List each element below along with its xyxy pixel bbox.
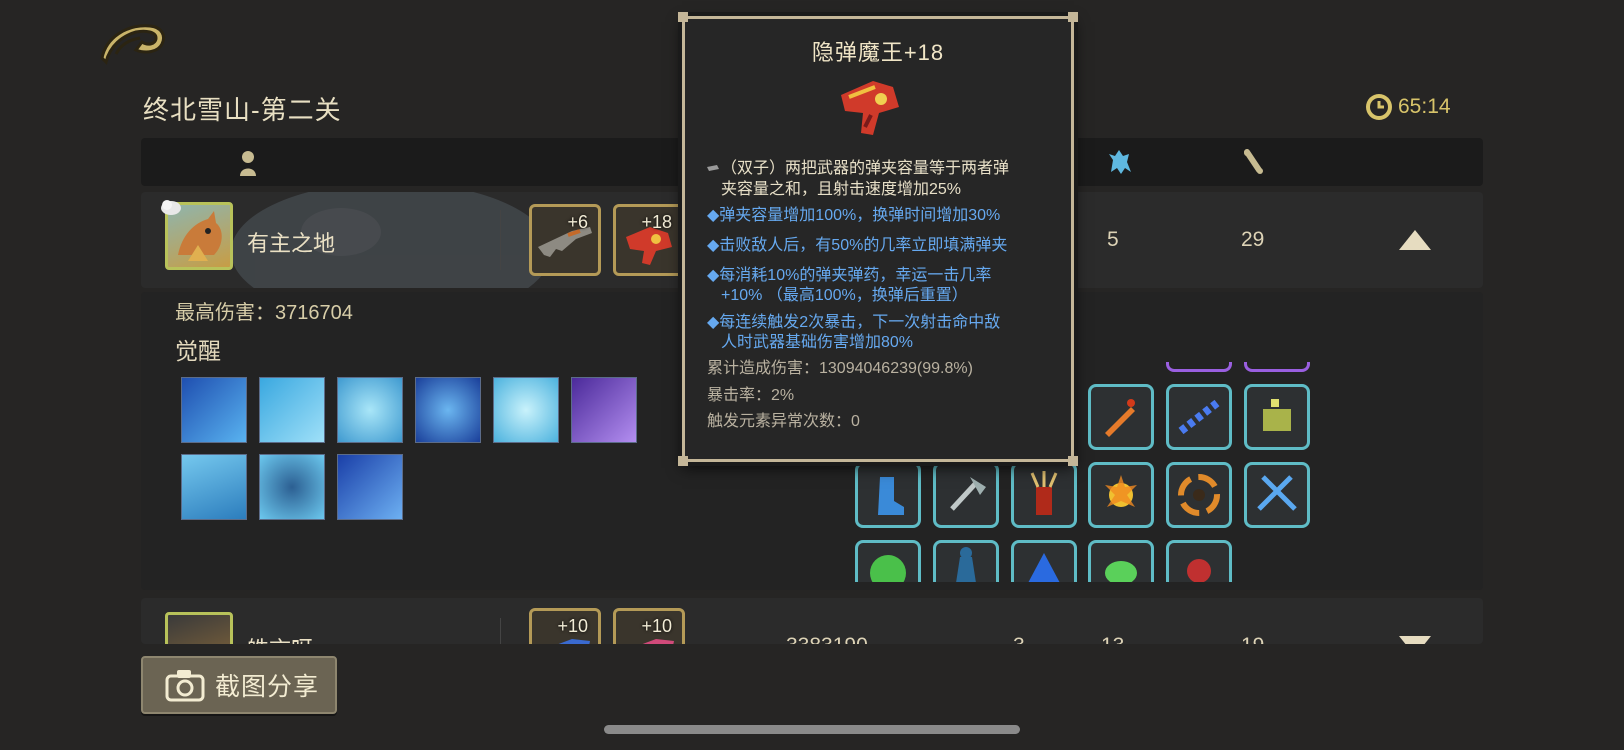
row-divider [500,210,501,270]
item-shadow-figure[interactable] [933,540,999,582]
share-screenshot-button[interactable]: 截图分享 [141,656,337,714]
player-avatar[interactable] [165,612,233,644]
skill-ice-guardian[interactable] [259,454,325,520]
weapon-slot-2[interactable]: +18 [613,204,685,276]
poison-spirit-icon [870,555,906,582]
weapon-level: +10 [557,616,588,636]
weapon-level: +10 [641,616,672,636]
shadow-figure-icon [956,547,976,582]
tooltip-corner [1068,12,1078,22]
skill-ice-slash[interactable] [181,377,247,443]
row-divider [500,618,501,644]
vortex-icon [1178,474,1220,516]
fire-bird-icon [1105,475,1137,507]
stat-bone: 19 [1241,634,1264,644]
tooltip-corner [678,456,688,466]
item-red-fist[interactable] [1166,540,1232,582]
tooltip-element-count: 触发元素异常次数：0 [707,413,860,430]
item-green-box[interactable] [1244,384,1310,450]
tooltip-desc-line: （双子）两把武器的弹夹容量等于两者弹 [721,160,1010,177]
tooltip-corner [678,12,688,22]
ice-crystal-icon [1028,553,1060,582]
item-quiver[interactable] [1011,462,1077,528]
weapon-slot-1[interactable]: +10 [529,608,601,644]
item-poison-spirit[interactable] [855,540,921,582]
player-name: 有主之地 [247,231,336,256]
weapon-level: +18 [641,212,672,232]
skill-tiger-spirit[interactable] [415,377,481,443]
stat-kills: 3 [1013,634,1025,644]
item-vortex[interactable] [1166,462,1232,528]
timer: 65:14 [1364,92,1451,122]
weapon-level: +6 [567,212,588,232]
chain-icon [1178,399,1220,435]
item-ice-blades[interactable] [1244,462,1310,528]
timer-text: 65:14 [1398,95,1451,118]
bone-icon [1244,149,1263,174]
max-damage-label: 最高伤害：3716704 [175,302,353,324]
player-row[interactable]: 皓言呀 +10 +10 3383190 3 13 19 [141,598,1483,644]
tooltip-title: 隐弹魔王+18 [811,40,945,65]
skill-ice-shards[interactable] [259,377,325,443]
stat-damage: 3383190 [786,634,868,644]
tooltip-bullet: ◆每连续触发2次暴击，下一次射击命中敌 [707,314,1001,331]
item-ice-boot[interactable] [855,462,921,528]
skill-ice-vortex[interactable] [493,377,559,443]
skill-ice-bolt[interactable] [337,454,403,520]
creature-icon [1109,150,1131,174]
tooltip-bullet: ◆击败敌人后，有50%的几率立即填满弹夹 [707,237,1008,254]
item-green-cauldron[interactable] [1088,540,1154,582]
tooltip-bullet: ◆每消耗10%的弹夹弹药，幸运一击几率 [707,267,992,284]
flame-sword-icon [1105,399,1135,437]
player-name: 皓言呀 [247,632,313,644]
cloud-badge-icon [161,200,181,215]
green-cauldron-icon [1105,561,1137,582]
tooltip-crit-rate: 暴击率：2% [707,387,795,404]
demon-gun-icon [841,81,899,135]
item-fire-bird[interactable] [1088,462,1154,528]
axe-icon [950,477,986,511]
tooltip-bullet-cont: +10% （最高100%，换弹后重置） [721,287,968,304]
stat-bone: 29 [1241,228,1265,251]
tooltip-desc-line: 夹容量之和，且射击速度增加25% [721,181,962,198]
tooltip-total-damage: 累计造成伤害：13094046239(99.8%) [707,360,973,377]
home-indicator[interactable] [604,725,1020,734]
item-slot-partial [1244,362,1310,372]
stat-creature: 13 [1101,634,1124,644]
weapon-slot-1[interactable]: +6 [529,204,601,276]
collapse-arrow-icon[interactable] [1399,230,1431,250]
back-button[interactable] [96,18,168,66]
player-icon [240,151,256,176]
tooltip-corner [1068,456,1078,466]
item-flame-sword[interactable] [1088,384,1154,450]
skill-purple-lightning[interactable] [571,377,637,443]
item-chain[interactable] [1166,384,1232,450]
tooltip-bullet: ◆弹夹容量增加100%，换弹时间增加30% [707,207,1001,224]
stat-creature: 5 [1107,228,1119,251]
item-ice-crystal[interactable] [1011,540,1077,582]
ice-blades-icon [1257,475,1297,511]
awaken-label: 觉醒 [175,338,221,364]
weapon-tooltip: 隐弹魔王+18 （双子）两把武器的弹夹容量等于两者弹 夹容量之和，且射击速度增加… [678,12,1078,466]
skill-frost-giant[interactable] [181,454,247,520]
ice-boot-icon [878,477,904,515]
item-axe[interactable] [933,462,999,528]
expand-arrow-icon[interactable] [1399,636,1431,644]
skill-frost-swirl[interactable] [337,377,403,443]
camera-icon [165,670,205,702]
clock-icon [1366,94,1392,120]
stage-title: 终北雪山-第二关 [143,95,342,125]
share-label: 截图分享 [215,673,320,701]
gun-bullet-icon [707,165,719,171]
quiver-icon [1030,471,1058,515]
weapon-slot-2[interactable]: +10 [613,608,685,644]
tooltip-bullet-cont: 人时武器基础伤害增加80% [721,334,914,351]
red-fist-icon [1187,559,1211,582]
green-box-icon [1263,399,1291,431]
item-slot-partial [1166,362,1232,372]
rifle-icon [538,227,592,257]
back-arrow-icon [100,24,165,65]
